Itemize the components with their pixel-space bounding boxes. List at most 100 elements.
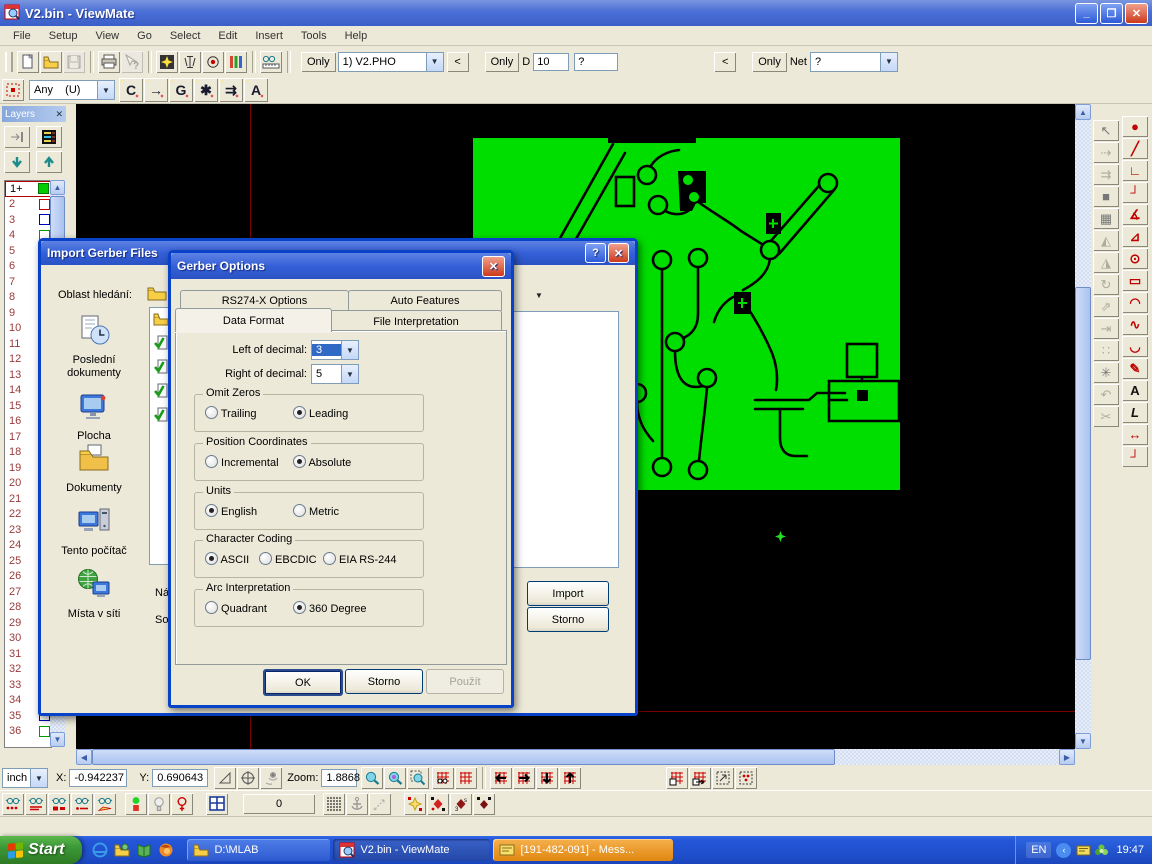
close-button[interactable]: ✕ <box>1125 3 1148 24</box>
view-sketch-icon[interactable] <box>94 793 116 815</box>
toolbar-grip[interactable] <box>5 52 13 72</box>
mirror-horizontal-button[interactable]: ◮ <box>1093 252 1119 273</box>
zoom-in-icon[interactable] <box>361 767 383 789</box>
task-button-alert[interactable]: [191-482-091] - Mess... <box>493 839 673 861</box>
help-button[interactable]: ? <box>585 243 606 263</box>
radio-button-icon[interactable] <box>205 504 218 517</box>
grid-add-icon[interactable] <box>666 767 688 789</box>
radio-leading[interactable]: Leading <box>293 406 348 420</box>
view-solid-icon[interactable] <box>48 793 70 815</box>
pan-down-icon[interactable] <box>536 767 558 789</box>
context-help-icon[interactable]: ? <box>121 51 143 73</box>
flash-select-button[interactable]: ✱ <box>194 78 218 102</box>
menu-tools[interactable]: Tools <box>292 28 336 44</box>
layer-color-swatch[interactable] <box>39 726 50 737</box>
flash-pad-button[interactable]: ● <box>1122 116 1148 137</box>
goto-layer-button[interactable] <box>4 126 30 148</box>
draw-arc-button[interactable]: ◠ <box>1122 292 1148 313</box>
mirror-vertical-button[interactable]: ◭ <box>1093 230 1119 251</box>
anchor-icon[interactable] <box>346 793 368 815</box>
component-select-button[interactable]: C <box>119 78 143 102</box>
only-dcode-button[interactable]: Only <box>485 52 520 72</box>
flash-mode1-icon[interactable] <box>404 793 426 815</box>
look-in-chevron-icon[interactable]: ▼ <box>535 291 543 300</box>
layers-panel-titlebar[interactable]: Layers ✕ <box>2 106 66 122</box>
layers-scroll-up-button[interactable]: ▲ <box>50 180 65 195</box>
scroll-up-button[interactable]: ▲ <box>1075 104 1091 120</box>
snap-probe-icon[interactable] <box>260 767 282 789</box>
import-cancel-button[interactable]: Storno <box>527 607 609 632</box>
select-cursor-button[interactable]: ↖ <box>1093 120 1119 141</box>
radio-button-icon[interactable] <box>259 552 272 565</box>
menu-edit[interactable]: Edit <box>209 28 246 44</box>
step-repeat-button[interactable]: ∷ <box>1093 340 1119 361</box>
pan-up-icon[interactable] <box>559 767 581 789</box>
grid-snap-icon[interactable] <box>432 767 454 789</box>
flash-mode3-icon[interactable]: s3 <box>450 793 472 815</box>
menu-help[interactable]: Help <box>336 28 377 44</box>
ie-icon[interactable] <box>92 842 108 858</box>
scroll-left-button[interactable]: ◀ <box>76 749 92 765</box>
left-of-decimal-combobox[interactable]: 3 ▼ <box>311 340 359 360</box>
radio-button-icon[interactable] <box>293 455 306 468</box>
dcode-query-input[interactable]: ? <box>574 53 618 71</box>
draw-circle-button[interactable]: ⊙ <box>1122 248 1148 269</box>
layer-combobox[interactable]: 1) V2.PHO ▼ <box>338 52 444 72</box>
text-tool-button[interactable]: A <box>1122 380 1148 401</box>
highlight-toggle-icon[interactable] <box>125 793 147 815</box>
radio-button-icon[interactable] <box>323 552 336 565</box>
cut-path-button[interactable]: ✂ <box>1093 406 1119 427</box>
horizontal-scroll-thumb[interactable] <box>92 749 835 765</box>
chevron-down-icon[interactable]: ▼ <box>880 53 897 71</box>
draw-polyline-button[interactable]: ∟ <box>1122 160 1148 181</box>
explorer-icon[interactable] <box>114 842 130 858</box>
radio-ebcdic[interactable]: EBCDIC <box>259 552 317 566</box>
open-file-icon[interactable] <box>40 51 62 73</box>
place-documents[interactable]: Dokumenty <box>49 441 139 495</box>
flash-icon[interactable] <box>156 51 178 73</box>
ruler-icon[interactable] <box>260 51 282 73</box>
cancel-button[interactable]: Storno <box>345 669 423 694</box>
copy-to-layer-button[interactable]: ⇉ <box>1093 164 1119 185</box>
right-of-decimal-combobox[interactable]: 5 ▼ <box>311 364 359 384</box>
move-item-button[interactable]: ⇥ <box>1093 318 1119 339</box>
menu-go[interactable]: Go <box>128 28 161 44</box>
menu-select[interactable]: Select <box>161 28 210 44</box>
tab-file-interpretation[interactable]: File Interpretation <box>330 310 502 332</box>
move-to-layer-button[interactable]: ⇢ <box>1093 142 1119 163</box>
chevron-down-icon[interactable]: ▼ <box>426 53 443 71</box>
minimize-button[interactable]: _ <box>1075 3 1098 24</box>
zoom-window-icon[interactable] <box>407 767 429 789</box>
firefox-icon[interactable] <box>158 842 174 858</box>
place-recent-documents[interactable]: Poslední dokumenty <box>49 313 139 380</box>
close-button[interactable]: ✕ <box>608 243 629 263</box>
vertical-scroll-thumb[interactable] <box>1075 287 1091 660</box>
view-outline-icon[interactable] <box>71 793 93 815</box>
menu-setup[interactable]: Setup <box>40 28 87 44</box>
radio-button-icon[interactable] <box>293 601 306 614</box>
messenger-icon[interactable] <box>1076 843 1091 858</box>
radio-quadrant[interactable]: Quadrant <box>205 601 267 615</box>
radio-button-icon[interactable] <box>205 455 218 468</box>
draw-line-button[interactable]: ╱ <box>1122 138 1148 159</box>
trace-select-button[interactable]: ⇉ <box>219 78 243 102</box>
tab-data-format[interactable]: Data Format <box>175 308 332 332</box>
view-traces-icon[interactable] <box>25 793 47 815</box>
pan-right-icon[interactable] <box>513 767 535 789</box>
chevron-down-icon[interactable]: ▼ <box>97 81 114 99</box>
chevron-down-icon[interactable]: ▼ <box>30 769 47 787</box>
text-select-button[interactable]: A <box>244 78 268 102</box>
gerber-options-titlebar[interactable]: Gerber Options ✕ <box>171 253 511 279</box>
radio-incremental[interactable]: Incremental <box>205 455 279 469</box>
place-my-computer[interactable]: Tento počítač <box>49 504 139 558</box>
print-icon[interactable] <box>98 51 120 73</box>
task-button-active[interactable]: V2.bin - ViewMate <box>333 839 490 861</box>
menu-view[interactable]: View <box>86 28 128 44</box>
only-net-button[interactable]: Only <box>752 52 787 72</box>
draw-curve-button[interactable]: ∿ <box>1122 314 1148 335</box>
dot-select-icon[interactable] <box>735 767 757 789</box>
import-button[interactable]: Import <box>527 581 609 606</box>
horizontal-scrollbar[interactable]: ◀ ▶ <box>76 749 1075 765</box>
window-titlebar[interactable]: V2.bin - ViewMate _ ❐ ✕ <box>0 0 1152 26</box>
layer-row-3[interactable]: 3 <box>5 212 51 228</box>
